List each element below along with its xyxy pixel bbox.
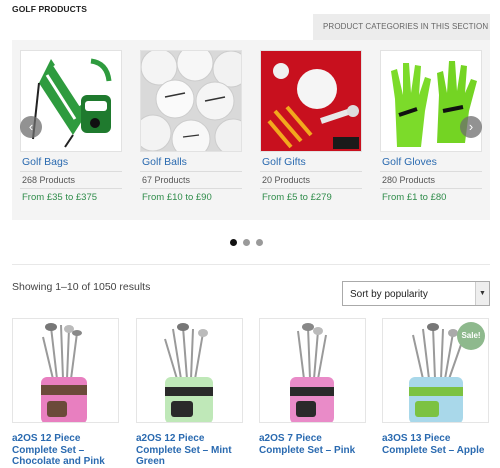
category-name[interactable]: Golf Gifts [260, 156, 362, 168]
category-count: 268 Products [22, 175, 76, 185]
divider [260, 171, 362, 172]
category-name[interactable]: Golf Balls [140, 156, 242, 168]
category-name[interactable]: Golf Bags [20, 156, 122, 168]
sort-selected-label: Sort by popularity [350, 289, 428, 300]
category-carousel: Golf Bags 268 Products From £35 to £375 [12, 40, 490, 220]
carousel-dot[interactable] [256, 239, 263, 246]
carousel-dot[interactable] [230, 239, 237, 246]
product-image[interactable] [12, 318, 119, 423]
golf-balls-image[interactable] [140, 50, 242, 152]
golf-gifts-image[interactable] [260, 50, 362, 152]
category-price: From £10 to £90 [142, 192, 212, 203]
chevron-down-icon[interactable]: ▼ [475, 282, 489, 305]
divider [140, 188, 242, 189]
sale-badge: Sale! [457, 322, 485, 350]
divider [380, 188, 482, 189]
divider [140, 171, 242, 172]
tab-product-categories[interactable]: PRODUCT CATEGORIES IN THIS SECTION [313, 14, 490, 40]
product-title[interactable]: a2OS 12 Piece Complete Set – Chocolate a… [12, 433, 119, 468]
category-price: From £5 to £279 [262, 192, 332, 203]
product-title[interactable]: a2OS 12 Piece Complete Set – Mint Green [136, 433, 243, 468]
product-card[interactable]: a2OS 7 Piece Complete Set – Pink [259, 318, 366, 456]
carousel-dot[interactable] [243, 239, 250, 246]
category-count: 280 Products [382, 175, 436, 185]
carousel-next-icon[interactable]: › [460, 116, 482, 138]
divider [20, 171, 122, 172]
product-title[interactable]: a3OS 13 Piece Complete Set – Apple [382, 433, 489, 456]
category-card-golf-balls[interactable]: Golf Balls 67 Products From £10 to £90 [140, 50, 242, 203]
divider [260, 188, 362, 189]
results-count: Showing 1–10 of 1050 results [12, 281, 151, 293]
product-title[interactable]: a2OS 7 Piece Complete Set – Pink [259, 433, 366, 456]
divider [380, 171, 482, 172]
product-card[interactable]: Sale! a3OS 13 Piece Complete Set – Apple [382, 318, 489, 456]
category-name[interactable]: Golf Gloves [380, 156, 482, 168]
carousel-prev-icon[interactable]: ‹ [20, 116, 42, 138]
section-divider [12, 264, 490, 265]
product-image[interactable]: Sale! [382, 318, 489, 423]
product-card[interactable]: a2OS 12 Piece Complete Set – Mint Green [136, 318, 243, 468]
category-count: 67 Products [142, 175, 191, 185]
product-image[interactable] [136, 318, 243, 423]
section-title: GOLF PRODUCTS [12, 4, 87, 14]
category-price: From £1 to £80 [382, 192, 447, 203]
product-image[interactable] [259, 318, 366, 423]
product-card[interactable]: a2OS 12 Piece Complete Set – Chocolate a… [12, 318, 119, 468]
divider [20, 188, 122, 189]
category-count: 20 Products [262, 175, 311, 185]
category-price: From £35 to £375 [22, 192, 98, 203]
sort-select[interactable]: Sort by popularity ▼ [342, 281, 490, 306]
carousel-pagination [230, 233, 269, 251]
category-card-golf-gifts[interactable]: Golf Gifts 20 Products From £5 to £279 [260, 50, 362, 203]
